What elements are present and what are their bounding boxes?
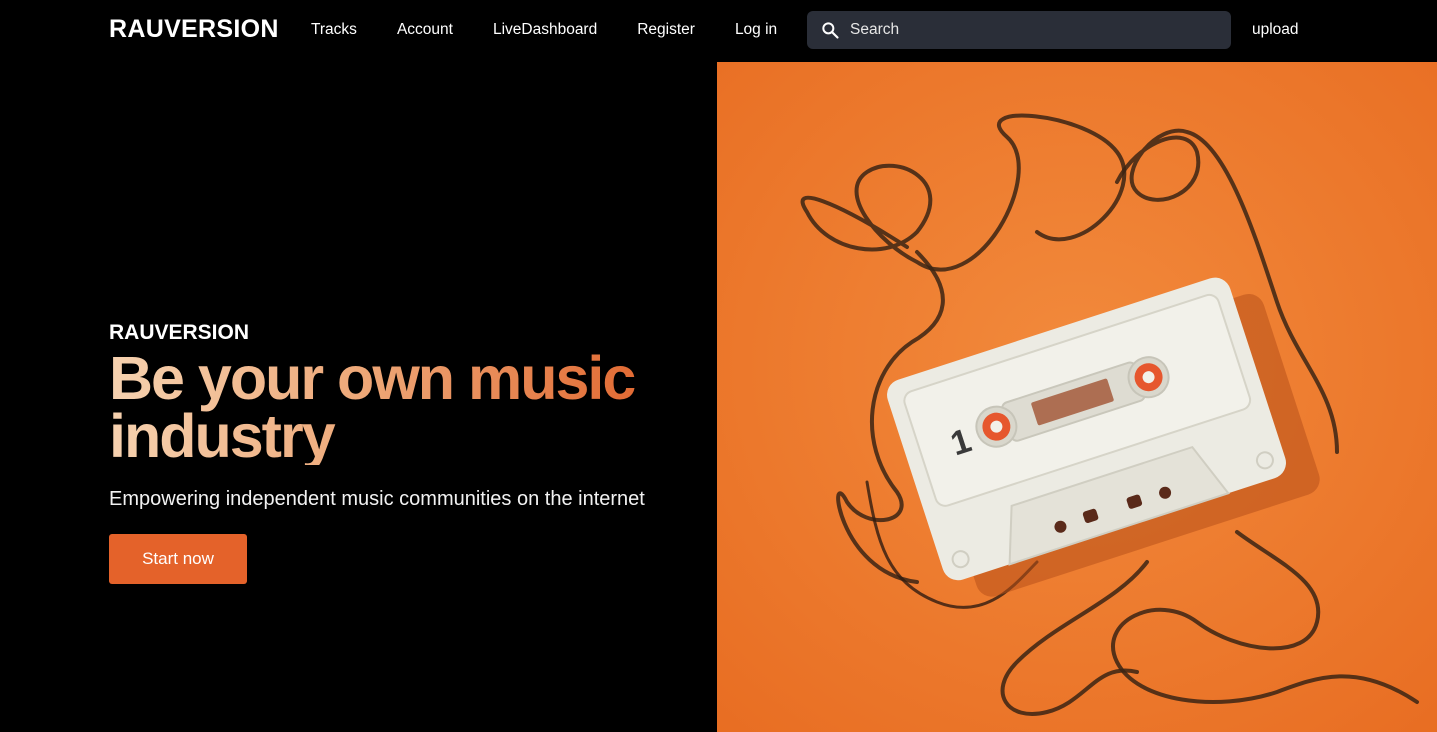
nav-links: Tracks Account LiveDashboard Register Lo… bbox=[311, 20, 817, 40]
hero-text: RAUVERSION Be your own music industry Em… bbox=[109, 320, 709, 512]
nav-link-tracks[interactable]: Tracks bbox=[311, 20, 357, 40]
start-now-button[interactable]: Start now bbox=[109, 534, 247, 584]
upload-link[interactable]: upload bbox=[1252, 20, 1299, 40]
top-navbar: RAUVERSION Tracks Account LiveDashboard … bbox=[0, 0, 1437, 62]
search-icon bbox=[822, 22, 839, 39]
hero-subtitle: Empowering independent music communities… bbox=[109, 488, 645, 510]
hero-headline: Be your own music industry bbox=[109, 348, 669, 467]
hero-cassette-image: 1 bbox=[717, 62, 1437, 732]
nav-link-register[interactable]: Register bbox=[637, 20, 695, 40]
hero-eyebrow: RAUVERSION bbox=[109, 321, 250, 344]
nav-link-account[interactable]: Account bbox=[397, 20, 453, 40]
site-logo[interactable]: RAUVERSION bbox=[109, 15, 279, 44]
cassette-illustration: 1 bbox=[717, 62, 1437, 732]
search-box[interactable] bbox=[807, 11, 1231, 49]
nav-link-login[interactable]: Log in bbox=[735, 20, 777, 40]
search-input[interactable] bbox=[848, 20, 1212, 40]
nav-link-livedashboard[interactable]: LiveDashboard bbox=[493, 20, 597, 40]
